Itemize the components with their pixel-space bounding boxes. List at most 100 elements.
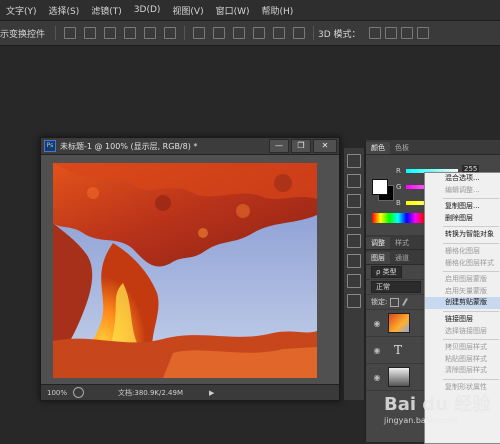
divider <box>443 242 499 244</box>
info-icon[interactable] <box>347 194 361 208</box>
align-hcenter-icon[interactable] <box>144 27 157 39</box>
transform-controls-label[interactable]: 示变换控件 <box>0 27 51 40</box>
divider <box>443 339 499 341</box>
menu-bar: 文字(Y) 选择(S) 滤镜(T) 3D(D) 视图(V) 窗口(W) 帮助(H… <box>0 0 500 21</box>
menu-item-copy-layer-style[interactable]: 拷贝图层样式 <box>425 342 500 354</box>
3d-slide-icon[interactable] <box>416 27 429 39</box>
distribute-right-icon[interactable] <box>293 27 306 39</box>
align-left-icon[interactable] <box>124 27 137 39</box>
3d-rotate-icon[interactable] <box>368 27 381 39</box>
color-panel-tabs: 颜色 色板 <box>366 140 500 155</box>
minimize-button[interactable]: — <box>269 139 289 153</box>
options-bar: 示变换控件 3D 模式： <box>0 21 500 46</box>
divider <box>443 378 499 380</box>
menu-item-help[interactable]: 帮助(H) <box>256 4 300 17</box>
panel-icon-strip <box>343 148 365 400</box>
layer-filter-select[interactable]: ρ 类型 <box>371 266 402 278</box>
3d-mode-label: 3D 模式： <box>318 29 361 40</box>
menu-item-3d[interactable]: 3D(D) <box>128 5 167 15</box>
brush-presets-icon[interactable] <box>347 234 361 248</box>
divider <box>443 198 499 200</box>
baidu-jingyan-watermark: Bai du 经验 jingyan.baidu.com <box>384 390 494 438</box>
menu-item-rasterize-layer-style[interactable]: 栅格化图层样式 <box>425 258 500 270</box>
tab-adjustments[interactable]: 调整 <box>366 237 390 249</box>
watermark-brand: Bai du 经验 <box>384 394 491 415</box>
tab-styles[interactable]: 样式 <box>390 237 414 249</box>
align-bottom-icon[interactable] <box>104 27 117 39</box>
canvas-image[interactable] <box>53 163 317 378</box>
distribute-left-icon[interactable] <box>253 27 266 39</box>
document-titlebar[interactable]: Ps 未标题-1 @ 100% (显示层, RGB/8) * — ❐ ✕ <box>41 138 339 155</box>
actions-play-icon[interactable] <box>347 174 361 188</box>
blend-mode-select[interactable]: 正常 <box>371 281 421 293</box>
photoshop-icon: Ps <box>44 140 56 152</box>
clone-source-icon[interactable] <box>347 254 361 268</box>
divider <box>443 271 499 273</box>
visibility-eye-icon[interactable]: ◉ <box>371 373 383 382</box>
text-layer-icon: T <box>393 343 402 357</box>
tab-layers[interactable]: 图层 <box>366 252 390 264</box>
document-title: 未标题-1 @ 100% (显示层, RGB/8) * <box>60 141 198 151</box>
lock-transparent-icon[interactable] <box>390 297 400 307</box>
visibility-eye-icon[interactable]: ◉ <box>371 346 383 355</box>
status-arrow-icon[interactable]: ▶ <box>209 389 214 397</box>
zoom-level[interactable]: 100% <box>41 389 73 397</box>
menu-item-convert-smart-object[interactable]: 转换为智能对象 <box>425 229 500 241</box>
swatches-icon[interactable] <box>347 214 361 228</box>
color-spectrum[interactable] <box>372 213 424 223</box>
paragraph-icon[interactable] <box>347 294 361 308</box>
menu-item-delete-layer[interactable]: 删除图层 <box>425 213 500 225</box>
close-button[interactable]: ✕ <box>313 139 337 153</box>
menu-item-select[interactable]: 选择(S) <box>43 4 86 17</box>
menu-item-filter[interactable]: 滤镜(T) <box>85 4 128 17</box>
restore-button[interactable]: ❐ <box>291 139 311 153</box>
lock-brush-icon[interactable] <box>402 298 409 306</box>
3d-roll-icon[interactable] <box>384 27 397 39</box>
channel-r-label: R <box>396 167 401 175</box>
document-size: 文档:380.9K/2.49M <box>118 388 183 397</box>
menu-item-paste-layer-style[interactable]: 粘贴图层样式 <box>425 354 500 366</box>
align-top-icon[interactable] <box>64 27 77 39</box>
document-status-bar: 100% 文档:380.9K/2.49M ▶ <box>41 384 339 400</box>
layer-thumbnail <box>388 367 410 387</box>
distribute-vcenter-icon[interactable] <box>213 27 226 39</box>
distribute-top-icon[interactable] <box>193 27 206 39</box>
tab-swatches[interactable]: 色板 <box>390 142 414 154</box>
lock-label: 锁定: <box>371 298 388 306</box>
distribute-hcenter-icon[interactable] <box>273 27 286 39</box>
document-window[interactable]: Ps 未标题-1 @ 100% (显示层, RGB/8) * — ❐ ✕ 100… <box>40 137 340 401</box>
menu-item-edit-adjustment[interactable]: 编辑调整... <box>425 185 500 197</box>
visibility-eye-icon[interactable]: ◉ <box>371 319 383 328</box>
menu-item-blending-options[interactable]: 混合选项... <box>425 173 500 185</box>
tab-channels[interactable]: 通道 <box>390 252 414 264</box>
foreground-color-swatch[interactable] <box>372 179 388 195</box>
menu-item-duplicate-layer[interactable]: 复制图层... <box>425 201 500 213</box>
divider <box>443 310 499 312</box>
align-vcenter-icon[interactable] <box>84 27 97 39</box>
menu-item-rasterize-layer[interactable]: 栅格化图层 <box>425 246 500 258</box>
layer-thumbnail <box>388 313 410 333</box>
divider <box>443 226 499 228</box>
3d-pan-icon[interactable] <box>400 27 413 39</box>
channel-g-label: G <box>396 183 402 191</box>
canvas-area[interactable] <box>41 155 339 384</box>
menu-item-enable-layer-mask[interactable]: 启用图层蒙版 <box>425 274 500 286</box>
menu-item-create-clipping-mask[interactable]: 创建剪贴蒙版 <box>425 297 500 309</box>
history-icon[interactable] <box>347 154 361 168</box>
divider <box>184 26 186 40</box>
watermark-url: jingyan.baidu.com <box>384 416 458 425</box>
align-right-icon[interactable] <box>164 27 177 39</box>
menu-item-text[interactable]: 文字(Y) <box>0 4 43 17</box>
distribute-bottom-icon[interactable] <box>233 27 246 39</box>
menu-item-select-linked-layers[interactable]: 选择链接图层 <box>425 326 500 338</box>
tab-color[interactable]: 颜色 <box>366 142 390 154</box>
divider <box>313 26 315 40</box>
menu-item-enable-vector-mask[interactable]: 启用矢量蒙版 <box>425 286 500 298</box>
menu-item-view[interactable]: 视图(V) <box>166 4 209 17</box>
export-icon[interactable] <box>73 387 85 398</box>
menu-item-window[interactable]: 窗口(W) <box>210 4 256 17</box>
menu-item-link-layers[interactable]: 链接图层 <box>425 314 500 326</box>
character-icon[interactable] <box>347 274 361 288</box>
menu-item-clear-layer-style[interactable]: 清除图层样式 <box>425 365 500 377</box>
rock-arch-image <box>53 163 317 378</box>
